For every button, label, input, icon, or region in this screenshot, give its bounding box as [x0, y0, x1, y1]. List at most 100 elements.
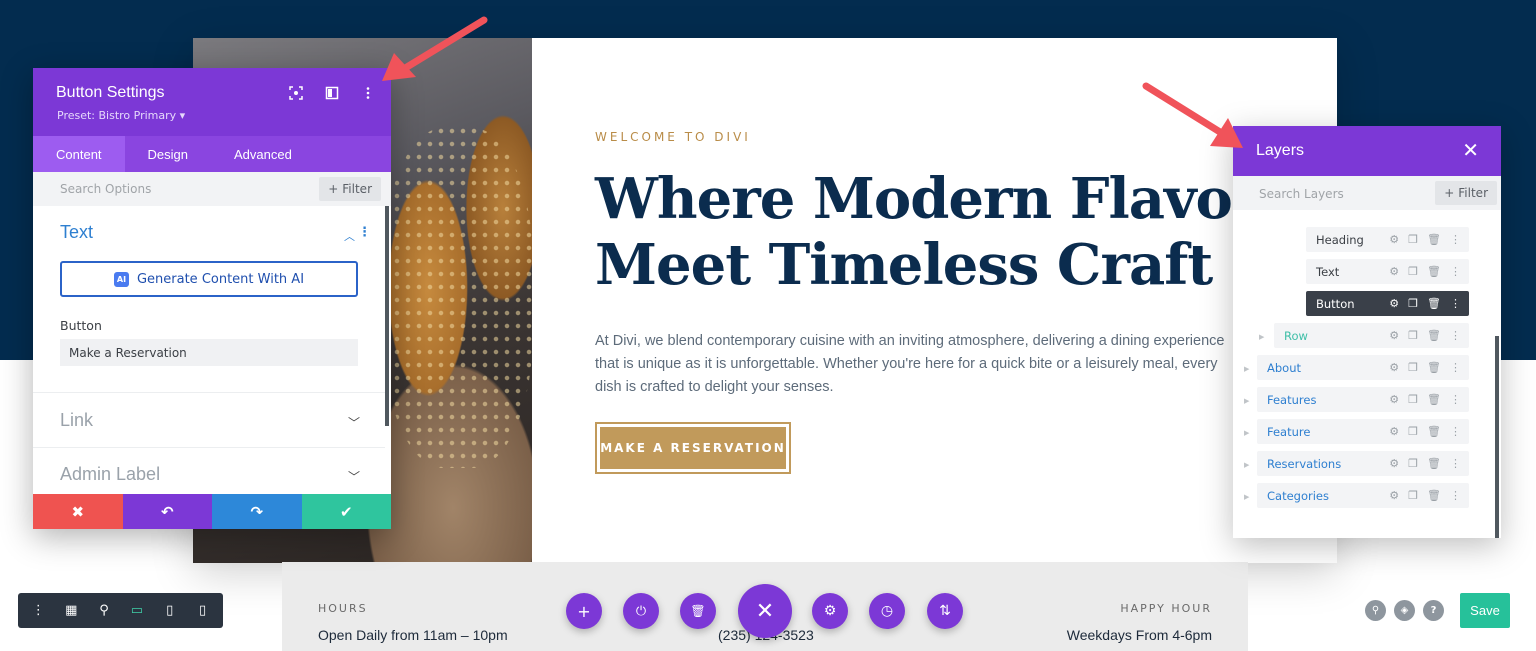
gear-icon[interactable]: ⚙ — [1389, 393, 1399, 406]
help-icon[interactable]: ? — [1423, 600, 1444, 621]
trash-icon[interactable]: 🗑 — [680, 593, 716, 629]
layers-header[interactable]: Layers ✕ — [1233, 126, 1501, 176]
trash-icon[interactable]: 🗑 — [1427, 265, 1441, 278]
preset-selector[interactable]: Preset: Bistro Primary ▾ — [57, 109, 185, 122]
chevron-down-icon[interactable]: ﹀ — [348, 414, 360, 431]
layer-item-heading[interactable]: Heading ⚙ ❐ 🗑 ⋮ — [1306, 227, 1469, 252]
more-vertical-icon[interactable]: ⋮ — [28, 603, 48, 618]
more-vertical-icon[interactable]: ⋮ — [1450, 233, 1461, 246]
duplicate-icon[interactable]: ❐ — [1408, 329, 1418, 342]
sort-icon[interactable]: ⇅ — [927, 593, 963, 629]
link-section-toggle[interactable]: Link — [60, 410, 93, 431]
layer-item-reservations[interactable]: Reservations ⚙ ❐ 🗑 ⋮ — [1257, 451, 1469, 476]
text-section-toggle[interactable]: Text — [60, 222, 93, 243]
hero-body-text[interactable]: At Divi, we blend contemporary cuisine w… — [595, 330, 1235, 399]
close-icon[interactable]: ✕ — [738, 584, 792, 638]
layer-item-button[interactable]: Button ⚙ ❐ 🗑 ⋮ — [1306, 291, 1469, 316]
redo-button[interactable]: ↷ — [212, 494, 302, 529]
duplicate-icon[interactable]: ❐ — [1408, 265, 1418, 278]
search-icon[interactable]: ⚲ — [1365, 600, 1386, 621]
expand-caret-icon[interactable]: ▶ — [1244, 493, 1249, 501]
generate-ai-button[interactable]: AI Generate Content With AI — [60, 261, 358, 297]
fullscreen-icon[interactable] — [289, 86, 303, 100]
save-button[interactable]: Save — [1460, 593, 1510, 628]
settings-header[interactable]: Button Settings Preset: Bistro Primary ▾ — [33, 68, 391, 136]
gear-icon[interactable]: ⚙ — [1389, 265, 1399, 278]
more-vertical-icon[interactable]: ⋮ — [1450, 329, 1461, 342]
expand-caret-icon[interactable]: ▶ — [1259, 333, 1264, 341]
duplicate-icon[interactable]: ❐ — [1408, 457, 1418, 470]
trash-icon[interactable]: 🗑 — [1427, 329, 1441, 342]
more-vertical-icon[interactable]: ⋮ — [1450, 457, 1461, 470]
wireframe-icon[interactable]: ▦ — [61, 603, 81, 618]
duplicate-icon[interactable]: ❐ — [1408, 489, 1418, 502]
gear-icon[interactable]: ⚙ — [1389, 361, 1399, 374]
trash-icon[interactable]: 🗑 — [1427, 457, 1441, 470]
duplicate-icon[interactable]: ❐ — [1408, 297, 1418, 310]
chevron-down-icon[interactable]: ﹀ — [348, 468, 360, 485]
layer-item-text[interactable]: Text ⚙ ❐ 🗑 ⋮ — [1306, 259, 1469, 284]
reservation-button[interactable]: MAKE A RESERVATION — [595, 422, 791, 474]
more-vertical-icon[interactable] — [361, 86, 375, 100]
more-vertical-icon[interactable]: ⋮ — [1450, 361, 1461, 374]
layer-item-row[interactable]: Row ⚙ ❐ 🗑 ⋮ — [1274, 323, 1469, 348]
tab-content[interactable]: Content — [33, 136, 125, 172]
layer-item-about[interactable]: About ⚙ ❐ 🗑 ⋮ — [1257, 355, 1469, 380]
expand-caret-icon[interactable]: ▶ — [1244, 461, 1249, 469]
chevron-up-icon[interactable]: ︿ — [344, 228, 355, 244]
admin-label-section-toggle[interactable]: Admin Label — [60, 464, 160, 485]
expand-caret-icon[interactable]: ▶ — [1244, 365, 1249, 373]
expand-caret-icon[interactable]: ▶ — [1244, 429, 1249, 437]
more-vertical-icon[interactable]: ⋮ — [1450, 265, 1461, 278]
gear-icon[interactable]: ⚙ — [1389, 329, 1399, 342]
layers-icon[interactable]: ◈ — [1394, 600, 1415, 621]
trash-icon[interactable]: 🗑 — [1427, 297, 1441, 310]
tab-design[interactable]: Design — [125, 136, 211, 172]
options-filter-button[interactable]: + Filter — [319, 177, 381, 201]
duplicate-icon[interactable]: ❐ — [1408, 425, 1418, 438]
settings-scrollbar[interactable] — [385, 206, 391, 494]
layer-item-categories[interactable]: Categories ⚙ ❐ 🗑 ⋮ — [1257, 483, 1469, 508]
tab-advanced[interactable]: Advanced — [211, 136, 315, 172]
more-vertical-icon[interactable]: ⋮ — [1450, 393, 1461, 406]
trash-icon[interactable]: 🗑 — [1427, 489, 1441, 502]
tablet-icon[interactable]: ▯ — [160, 603, 180, 618]
layer-item-features[interactable]: Features ⚙ ❐ 🗑 ⋮ — [1257, 387, 1469, 412]
options-search-input[interactable]: Search Options — [60, 182, 151, 196]
layers-search-input[interactable]: Search Layers — [1259, 187, 1344, 201]
gear-icon[interactable]: ⚙ — [1389, 233, 1399, 246]
section-more-icon[interactable]: ⋮ — [358, 225, 371, 240]
gear-icon[interactable]: ⚙ — [812, 593, 848, 629]
close-icon[interactable]: ✕ — [1462, 138, 1479, 162]
layer-item-feature[interactable]: Feature ⚙ ❐ 🗑 ⋮ — [1257, 419, 1469, 444]
gear-icon[interactable]: ⚙ — [1389, 457, 1399, 470]
layers-scrollbar[interactable] — [1495, 336, 1499, 538]
history-icon[interactable]: ◷ — [869, 593, 905, 629]
gear-icon[interactable]: ⚙ — [1389, 425, 1399, 438]
hero-heading[interactable]: Where Modern Flavors Meet Timeless Craft — [595, 166, 1292, 298]
duplicate-icon[interactable]: ❐ — [1408, 393, 1418, 406]
phone-icon[interactable]: ▯ — [193, 603, 213, 618]
gear-icon[interactable]: ⚙ — [1389, 489, 1399, 502]
more-vertical-icon[interactable]: ⋮ — [1450, 297, 1461, 310]
duplicate-icon[interactable]: ❐ — [1408, 233, 1418, 246]
trash-icon[interactable]: 🗑 — [1427, 361, 1441, 374]
zoom-icon[interactable]: ⚲ — [94, 603, 114, 618]
trash-icon[interactable]: 🗑 — [1427, 233, 1441, 246]
more-vertical-icon[interactable]: ⋮ — [1450, 489, 1461, 502]
undo-button[interactable]: ↶ — [122, 494, 212, 529]
gear-icon[interactable]: ⚙ — [1389, 297, 1399, 310]
scroll-thumb[interactable] — [385, 206, 389, 426]
discard-button[interactable]: ✖ — [33, 494, 123, 529]
split-view-icon[interactable] — [325, 86, 339, 100]
save-settings-button[interactable]: ✔ — [301, 494, 391, 529]
button-text-input[interactable] — [60, 339, 358, 366]
trash-icon[interactable]: 🗑 — [1427, 425, 1441, 438]
power-icon[interactable]: ⏻ — [623, 593, 659, 629]
layers-filter-button[interactable]: + Filter — [1435, 181, 1497, 205]
expand-caret-icon[interactable]: ▶ — [1244, 397, 1249, 405]
add-icon[interactable]: + — [566, 593, 602, 629]
desktop-icon[interactable]: ▭ — [127, 603, 147, 618]
trash-icon[interactable]: 🗑 — [1427, 393, 1441, 406]
duplicate-icon[interactable]: ❐ — [1408, 361, 1418, 374]
